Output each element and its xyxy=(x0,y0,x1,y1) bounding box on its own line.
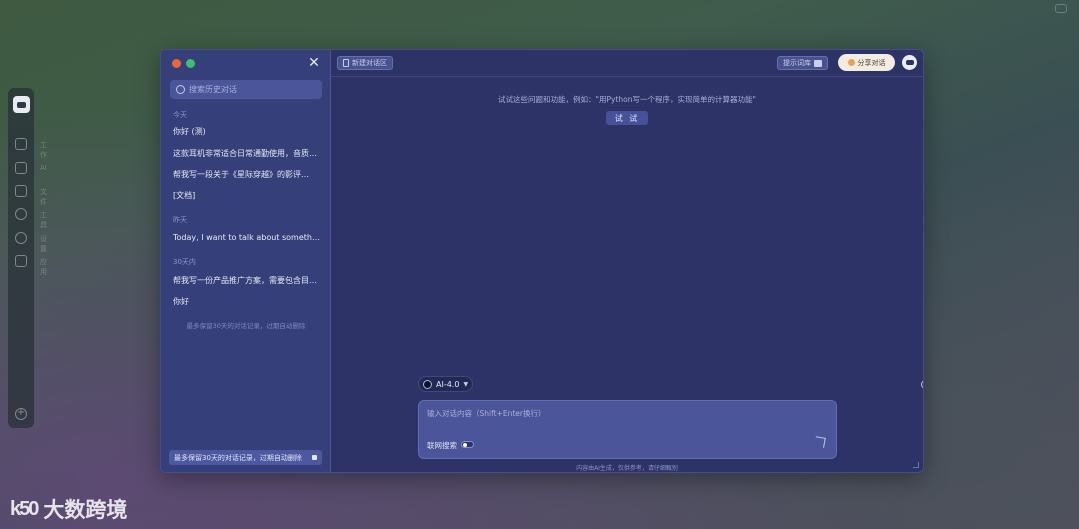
avatar[interactable] xyxy=(902,55,917,70)
home-icon[interactable] xyxy=(15,138,27,150)
window-controls xyxy=(172,59,195,68)
retention-note: 最多保留30天的对话记录，过期自动删除 xyxy=(186,322,306,330)
resize-grip-icon[interactable] xyxy=(913,462,919,468)
top-bar: 新建对话区 提示词库 分享对话 xyxy=(331,50,923,77)
group-title-today: 今天 xyxy=(173,111,187,119)
rail-label: 设置 xyxy=(40,235,47,253)
chat-window: ✕ 今天 你好 (测) 这款耳机非常适合日常通勤使用，音质清晰，续航也非常出色…… xyxy=(160,49,924,473)
file-icon[interactable] xyxy=(15,185,27,197)
share-label: 分享对话 xyxy=(857,58,886,67)
rail-label: 应用 xyxy=(40,258,47,276)
sidebar-footer-banner[interactable]: 最多保留30天的对话记录，过期自动删除 xyxy=(169,450,322,465)
new-chat-area-button[interactable]: 新建对话区 xyxy=(337,56,393,70)
rail-label: AI xyxy=(40,164,47,172)
prompt-library-label: 提示词库 xyxy=(783,59,811,67)
watermark-logo: k50 xyxy=(10,497,39,520)
share-button[interactable]: 分享对话 xyxy=(838,54,895,71)
history-item[interactable]: 帮我写一段关于《星际穿越》的影评… xyxy=(173,169,321,180)
ai-icon[interactable] xyxy=(15,162,27,174)
ai-disclaimer: 内容由AI生成，仅供参考，请仔细甄别 xyxy=(576,465,678,472)
history-search[interactable] xyxy=(170,80,322,99)
send-icon[interactable] xyxy=(814,436,826,448)
suggestion-hint: 试试这些问题和功能，例如："用Python写一个程序，实现简单的计算器功能" xyxy=(498,95,756,104)
new-chat-area-label: 新建对话区 xyxy=(352,59,387,67)
web-search-label: 联网搜索 xyxy=(427,441,457,450)
history-sidebar: ✕ 今天 你好 (测) 这款耳机非常适合日常通勤使用，音质清晰，续航也非常出色…… xyxy=(161,50,331,472)
document-icon xyxy=(343,59,349,67)
group-title-yesterday: 昨天 xyxy=(173,216,187,224)
stop-icon[interactable] xyxy=(312,455,317,460)
try-button[interactable]: 试 试 xyxy=(606,111,648,125)
rail-label: 工作 xyxy=(40,141,47,159)
history-item[interactable]: 帮我写一份产品推广方案，需要包含目标人群、营销渠道… xyxy=(173,275,321,286)
history-search-input[interactable] xyxy=(189,85,319,94)
maximize-window-icon[interactable] xyxy=(186,59,195,68)
close-sidebar-icon[interactable]: ✕ xyxy=(307,56,321,70)
gift-icon xyxy=(814,59,822,67)
history-item[interactable]: [文档] xyxy=(173,190,321,201)
footer-text: 最多保留30天的对话记录，过期自动删除 xyxy=(174,453,302,462)
rail-label: 工具 xyxy=(40,211,47,229)
group-title-30days: 30天内 xyxy=(173,258,196,266)
settings-icon[interactable] xyxy=(15,232,27,244)
web-search-toggle[interactable] xyxy=(461,441,474,448)
search-icon xyxy=(176,85,185,94)
chat-bubble-icon[interactable] xyxy=(1055,4,1067,13)
left-rail: 工作 AI 文件 工具 设置 应用 + xyxy=(8,88,47,428)
model-selector[interactable]: AI-4.0 ▼ xyxy=(418,376,473,392)
palette-icon[interactable] xyxy=(15,208,27,220)
chat-main: 新建对话区 提示词库 分享对话 试试这些问题和功能，例如："用Python写一个… xyxy=(331,50,923,472)
watermark: k50 大数跨境 xyxy=(10,494,127,524)
history-item[interactable]: Today, I want to talk about something im… xyxy=(173,233,321,242)
rail-label: 文件 xyxy=(40,188,47,206)
chevron-down-icon: ▼ xyxy=(463,380,469,388)
history-item[interactable]: 你好 xyxy=(173,296,321,307)
history-item[interactable]: 你好 (测) xyxy=(173,126,321,137)
apps-grid-icon[interactable] xyxy=(15,255,27,267)
close-window-icon[interactable] xyxy=(172,59,181,68)
link-icon[interactable] xyxy=(921,380,923,389)
add-icon[interactable]: + xyxy=(15,408,27,420)
message-input[interactable] xyxy=(427,408,817,424)
app-logo[interactable] xyxy=(13,96,30,113)
watermark-text: 大数跨境 xyxy=(43,498,128,522)
model-label: AI-4.0 xyxy=(436,379,460,389)
prompt-library-button[interactable]: 提示词库 xyxy=(777,56,828,70)
history-item[interactable]: 这款耳机非常适合日常通勤使用，音质清晰，续航也非常出色… xyxy=(173,148,321,159)
model-icon xyxy=(423,379,432,389)
message-composer: 联网搜索 xyxy=(418,400,837,459)
share-icon xyxy=(847,59,855,66)
